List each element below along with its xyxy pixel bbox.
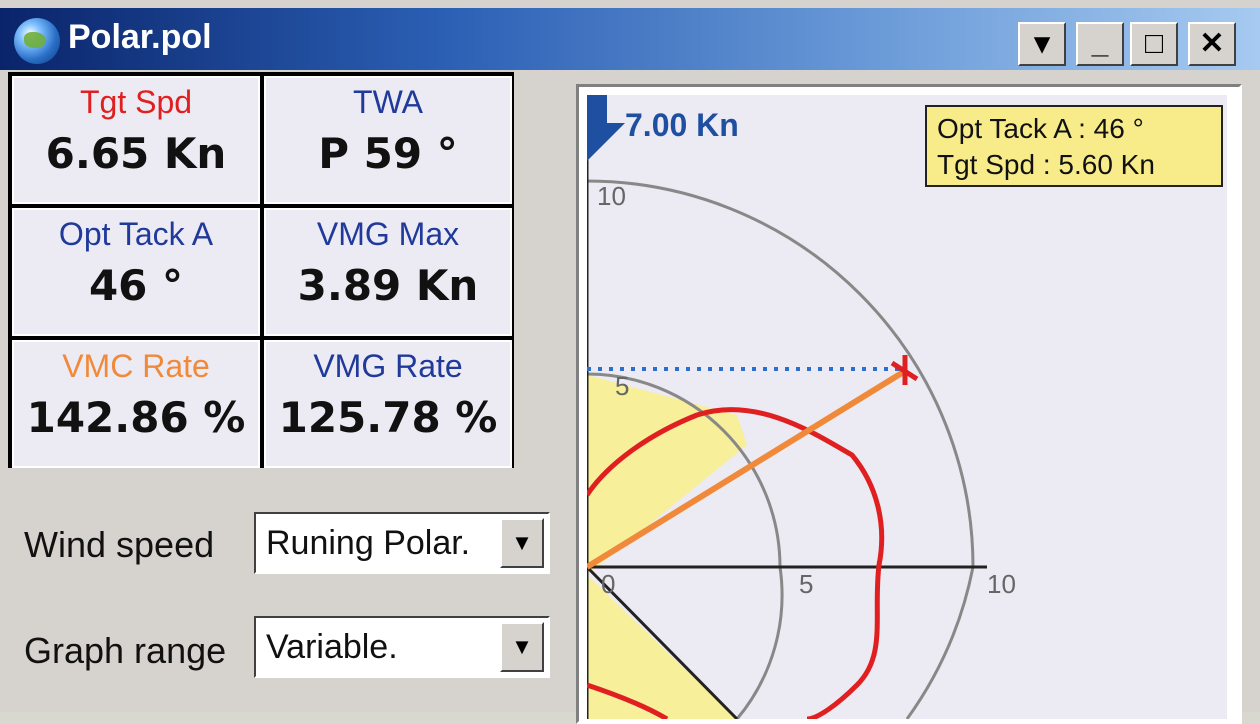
minimize-button[interactable]: _ — [1076, 22, 1124, 66]
window-menu-button[interactable]: ▾ — [1018, 22, 1066, 66]
axis-label-0: 0 — [601, 569, 615, 599]
metric-value: 6.65 Kn — [45, 129, 227, 178]
metric-value: P 59 ° — [318, 129, 458, 178]
close-button[interactable]: ✕ — [1188, 22, 1236, 66]
wind-speed-readout: 7.00 Kn — [625, 107, 739, 143]
wind-speed-value: Runing Polar. — [266, 524, 471, 562]
chevron-down-icon[interactable]: ▼ — [500, 622, 544, 672]
ring-label-5: 5 — [615, 371, 629, 401]
metric-label: Tgt Spd — [79, 84, 193, 120]
axis-label-10: 10 — [987, 569, 1016, 599]
polar-window: Polar.pol ▾ _ □ ✕ Tgt Spd 6.65 Kn TWA P … — [0, 0, 1260, 724]
metric-opt-tack-a: Opt Tack A 46 ° — [12, 208, 260, 336]
wind-speed-select[interactable]: Runing Polar. ▼ — [254, 512, 550, 574]
title-bar[interactable]: Polar.pol ▾ _ □ ✕ — [0, 8, 1260, 70]
opt-tack-tooltip: Opt Tack A : 46 ° Tgt Spd : 5.60 Kn — [925, 105, 1223, 187]
maximize-button[interactable]: □ — [1130, 22, 1178, 66]
metric-label: VMG Rate — [313, 348, 463, 384]
metric-label: TWA — [353, 84, 423, 120]
polar-plot[interactable]: 10 5 0 5 10 7.00 Kn Opt Tack A : 46 ° Tg… — [587, 95, 1227, 719]
metric-value: 125.78 % — [278, 393, 498, 442]
tooltip-line-2: Tgt Spd : 5.60 Kn — [937, 149, 1155, 180]
graph-range-label: Graph range — [24, 630, 227, 671]
globe-icon — [14, 18, 60, 64]
metric-tgt-spd: Tgt Spd 6.65 Kn — [12, 76, 260, 204]
graph-range-select[interactable]: Variable. ▼ — [254, 616, 550, 678]
axis-label-5: 5 — [799, 569, 813, 599]
metric-label: Opt Tack A — [58, 216, 214, 252]
ring-label-10: 10 — [597, 181, 626, 211]
metric-twa: TWA P 59 ° — [264, 76, 512, 204]
metric-value: 142.86 % — [26, 393, 246, 442]
graph-range-value: Variable. — [266, 628, 398, 666]
wind-arrow-icon — [587, 95, 625, 161]
metric-label: VMG Max — [316, 216, 460, 252]
wind-speed-label: Wind speed — [24, 524, 215, 565]
metric-vmc-rate: VMC Rate 142.86 % — [12, 340, 260, 468]
metrics-grid: Tgt Spd 6.65 Kn TWA P 59 ° Opt Tack A 46… — [8, 72, 514, 468]
metric-vmg-max: VMG Max 3.89 Kn — [264, 208, 512, 336]
tooltip-line-1: Opt Tack A : 46 ° — [937, 113, 1144, 144]
metric-vmg-rate: VMG Rate 125.78 % — [264, 340, 512, 468]
window-title: Polar.pol — [68, 18, 212, 56]
metric-value: 3.89 Kn — [297, 261, 479, 310]
metric-label: VMC Rate — [62, 348, 210, 384]
polar-plot-frame: 10 5 0 5 10 7.00 Kn Opt Tack A : 46 ° Tg… — [576, 84, 1242, 724]
outer-ring-lower — [905, 566, 975, 719]
polar-svg: 10 5 0 5 10 — [587, 95, 1016, 719]
metric-value: 46 ° — [88, 261, 184, 310]
chevron-down-icon[interactable]: ▼ — [500, 518, 544, 568]
